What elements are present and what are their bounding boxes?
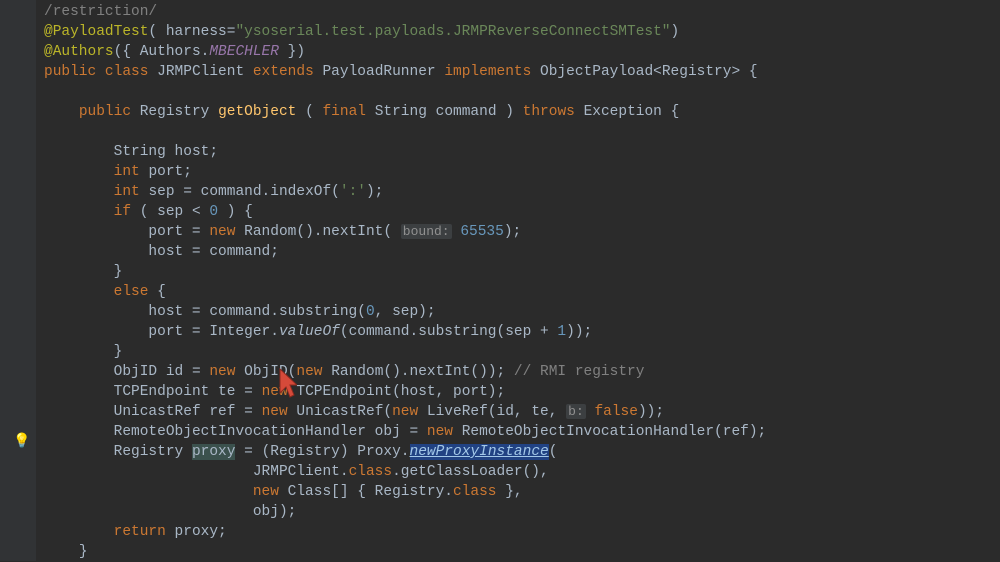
code-line: Registry proxy = (Registry) Proxy.newPro…: [36, 442, 1000, 462]
code-line: port = new Random().nextInt( bound: 6553…: [36, 222, 1000, 242]
code-line: /restriction/: [36, 2, 1000, 22]
code-line: }: [36, 342, 1000, 362]
code-line: host = command.substring(0, sep);: [36, 302, 1000, 322]
code-line: int sep = command.indexOf(':');: [36, 182, 1000, 202]
intention-bulb-icon[interactable]: 💡: [13, 433, 30, 452]
code-line: int port;: [36, 162, 1000, 182]
code-line: UnicastRef ref = new UnicastRef(new Live…: [36, 402, 1000, 422]
highlighted-var: proxy: [192, 444, 236, 460]
inline-hint: b:: [566, 404, 586, 419]
code-line: String host;: [36, 142, 1000, 162]
inline-hint: bound:: [401, 224, 452, 239]
code-line: }: [36, 262, 1000, 282]
code-line: ObjID id = new ObjID(new Random().nextIn…: [36, 362, 1000, 382]
code-line: public class JRMPClient extends PayloadR…: [36, 62, 1000, 82]
code-line: host = command;: [36, 242, 1000, 262]
code-line: [36, 122, 1000, 142]
code-line: port = Integer.valueOf(command.substring…: [36, 322, 1000, 342]
selected-method: newProxyInstance: [410, 444, 549, 460]
code-line: @Authors({ Authors.MBECHLER }): [36, 42, 1000, 62]
code-line: RemoteObjectInvocationHandler obj = new …: [36, 422, 1000, 442]
code-line: if ( sep < 0 ) {: [36, 202, 1000, 222]
code-line: }: [36, 542, 1000, 562]
code-line: JRMPClient.class.getClassLoader(),: [36, 462, 1000, 482]
code-line: new Class[] { Registry.class },: [36, 482, 1000, 502]
code-line: obj);: [36, 502, 1000, 522]
code-line: public Registry getObject ( final String…: [36, 102, 1000, 122]
code-line: else {: [36, 282, 1000, 302]
code-line: @PayloadTest( harness="ysoserial.test.pa…: [36, 22, 1000, 42]
code-line: TCPEndpoint te = new TCPEndpoint(host, p…: [36, 382, 1000, 402]
code-line: return proxy;: [36, 522, 1000, 542]
code-editor[interactable]: /restriction/ @PayloadTest( harness="yso…: [36, 0, 1000, 562]
code-line: [36, 82, 1000, 102]
editor-gutter: [0, 0, 36, 561]
